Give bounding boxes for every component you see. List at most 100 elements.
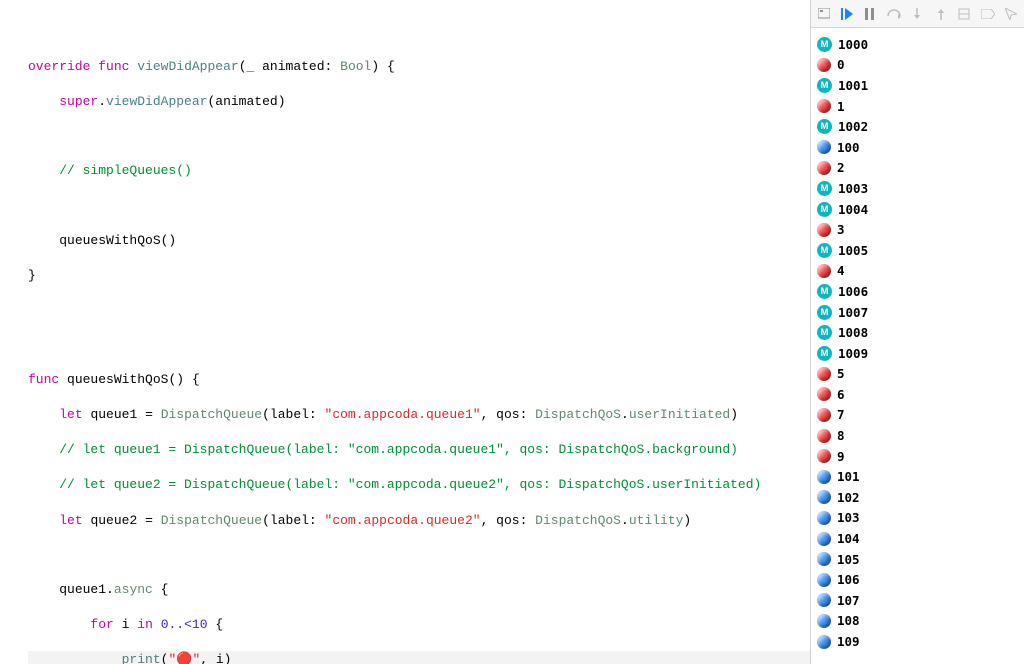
console-row: M 1000 [817,34,1024,55]
step-in-icon[interactable] [911,7,924,21]
m-icon: M [817,119,832,134]
console-value: 4 [837,263,845,278]
red-ball-icon [817,58,831,72]
console-row: M 1008 [817,322,1024,343]
console-value: 1001 [838,78,868,93]
console-row: 107 [817,590,1024,611]
m-icon: M [817,37,832,52]
red-ball-icon [817,99,831,113]
blue-ball-icon [817,490,831,504]
debug-view-icon[interactable] [957,7,970,21]
highlighted-line: print("🔴", i) [28,651,810,664]
red-ball-icon [817,387,831,401]
console-value: 1006 [838,284,868,299]
step-over-icon[interactable] [887,7,901,21]
console-value: 107 [837,593,860,608]
console-value: 1004 [838,202,868,217]
console-row: M1005 [817,240,1024,261]
code-line: super.viewDidAppear(animated) [28,93,810,111]
console-row: 101 [817,466,1024,487]
red-ball-icon [817,264,831,278]
blue-ball-icon [817,511,831,525]
breakpoints-icon[interactable] [981,7,995,21]
code-line: let queue2 = DispatchQueue(label: "com.a… [28,512,810,530]
console-row: 5 [817,364,1024,385]
red-ball-icon [817,449,831,463]
debug-toolbar [811,0,1024,28]
code-line: } [28,267,810,285]
console-row: 2 [817,158,1024,179]
console-value: 7 [837,407,845,422]
console-row: M 1003 [817,178,1024,199]
pause-icon[interactable] [864,7,877,21]
m-icon: M [817,284,832,299]
console-output[interactable]: M10000M10011M10021002M1003M10043M10054M1… [811,28,1024,664]
console-value: 1000 [838,37,868,52]
blue-ball-icon [817,532,831,546]
red-ball-icon [817,408,831,422]
debug-panel: M10000M10011M10021002M1003M10043M10054M1… [810,0,1024,664]
location-icon[interactable] [1005,7,1018,21]
console-value: 104 [837,531,860,546]
console-value: 2 [837,160,845,175]
code-line: override func viewDidAppear(_ animated: … [28,58,810,76]
console-value: 100 [837,140,860,155]
console-row: 9 [817,446,1024,467]
m-icon: M [817,243,832,258]
continue-icon[interactable] [840,7,853,21]
blue-ball-icon [817,635,831,649]
console-value: 9 [837,449,845,464]
console-value: 109 [837,634,860,649]
m-icon: M [817,325,832,340]
m-icon: M [817,78,832,93]
blue-ball-icon [817,552,831,566]
console-row: M 1002 [817,116,1024,137]
console-value: 1008 [838,325,868,340]
code-line: for i in 0..<10 { [28,616,810,634]
red-ball-icon [817,429,831,443]
console-value: 1002 [838,119,868,134]
console-row: 100 [817,137,1024,158]
code-line [28,547,810,564]
code-line [28,197,810,214]
console-row: 6 [817,384,1024,405]
console-row: 3 [817,219,1024,240]
filter-icon[interactable] [817,7,830,21]
console-row: 109 [817,631,1024,652]
blue-ball-icon [817,614,831,628]
code-line: // let queue1 = DispatchQueue(label: "co… [28,441,810,459]
code-editor[interactable]: override func viewDidAppear(_ animated: … [0,0,810,664]
console-row: 4 [817,261,1024,282]
console-row: 7 [817,405,1024,426]
console-row: 104 [817,528,1024,549]
step-out-icon[interactable] [934,7,947,21]
console-row: 103 [817,508,1024,529]
console-row: 105 [817,549,1024,570]
code-line: queuesWithQoS() [28,232,810,250]
code-line: // simpleQueues() [28,162,810,180]
console-row: M 1009 [817,343,1024,364]
m-icon: M [817,346,832,361]
console-row: 102 [817,487,1024,508]
console-value: 105 [837,552,860,567]
m-icon: M [817,305,832,320]
console-value: 103 [837,510,860,525]
code-line [28,337,810,354]
console-value: 101 [837,469,860,484]
console-value: 102 [837,490,860,505]
console-value: 1009 [838,346,868,361]
console-value: 1003 [838,181,868,196]
code-line: queue1.async { [28,581,810,599]
console-value: 5 [837,366,845,381]
blue-ball-icon [817,573,831,587]
m-icon: M [817,202,832,217]
m-icon: M [817,181,832,196]
console-row: 106 [817,569,1024,590]
code-line [28,302,810,319]
console-row: 1 [817,96,1024,117]
blue-ball-icon [817,140,831,154]
console-value: 6 [837,387,845,402]
console-value: 8 [837,428,845,443]
code-line: func queuesWithQoS() { [28,371,810,389]
console-row: 8 [817,425,1024,446]
